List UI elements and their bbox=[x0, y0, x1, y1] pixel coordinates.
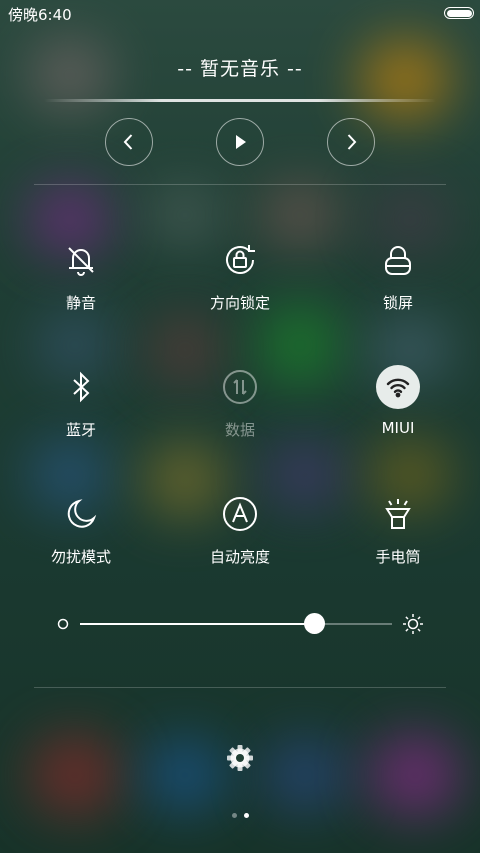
next-track-button[interactable] bbox=[327, 118, 375, 166]
mobile-data-icon bbox=[218, 365, 262, 409]
toggle-bluetooth[interactable]: 蓝牙 bbox=[21, 365, 141, 440]
brightness-slider[interactable] bbox=[56, 610, 428, 640]
status-time: 傍晚6:40 bbox=[8, 6, 72, 24]
page-dot[interactable] bbox=[243, 813, 249, 818]
chevron-left-icon bbox=[123, 134, 133, 150]
play-icon bbox=[236, 135, 246, 149]
toggle-wifi[interactable]: MIUI bbox=[338, 365, 458, 437]
battery-icon bbox=[444, 7, 474, 19]
bottom-divider bbox=[34, 687, 446, 688]
toggle-label: 数据 bbox=[224, 421, 255, 439]
toggle-label: 蓝牙 bbox=[65, 421, 96, 439]
toggle-label: MIUI bbox=[381, 419, 415, 437]
toggle-flashlight[interactable]: 手电筒 bbox=[338, 492, 458, 567]
toggle-label: 方向锁定 bbox=[209, 294, 270, 312]
bluetooth-icon bbox=[59, 365, 103, 409]
music-title: -- 暂无音乐 -- bbox=[177, 58, 303, 80]
music-progress-divider bbox=[44, 99, 436, 102]
toggle-auto-brightness[interactable]: 自动亮度 bbox=[180, 492, 300, 567]
settings-button[interactable] bbox=[222, 740, 258, 776]
status-bar: 傍晚6:40 bbox=[0, 0, 480, 28]
flashlight-icon bbox=[376, 492, 420, 536]
auto-brightness-icon bbox=[218, 492, 262, 536]
gear-icon bbox=[227, 745, 253, 771]
page-dot[interactable] bbox=[231, 813, 237, 818]
toggle-do-not-disturb[interactable]: 勿扰模式 bbox=[21, 492, 141, 567]
wifi-icon bbox=[376, 365, 420, 409]
brightness-high-icon bbox=[403, 614, 423, 634]
brightness-fill bbox=[80, 623, 314, 625]
toggle-label: 手电筒 bbox=[375, 548, 421, 566]
previous-track-button[interactable] bbox=[105, 118, 153, 166]
toggle-mute[interactable]: 静音 bbox=[21, 238, 141, 313]
play-button[interactable] bbox=[216, 118, 264, 166]
brightness-track[interactable] bbox=[80, 623, 392, 625]
top-divider bbox=[34, 184, 446, 185]
toggle-label: 自动亮度 bbox=[209, 548, 270, 566]
chevron-right-icon bbox=[347, 134, 357, 150]
page-indicator bbox=[0, 813, 480, 818]
toggle-rotation-lock[interactable]: 方向锁定 bbox=[180, 238, 300, 313]
toggle-lock-screen[interactable]: 锁屏 bbox=[338, 238, 458, 313]
toggle-mobile-data[interactable]: 数据 bbox=[180, 365, 300, 440]
bell-off-icon bbox=[59, 238, 103, 282]
brightness-knob[interactable] bbox=[303, 613, 325, 634]
moon-icon bbox=[59, 492, 103, 536]
toggle-label: 勿扰模式 bbox=[50, 548, 111, 566]
brightness-low-icon bbox=[57, 618, 69, 630]
lock-icon bbox=[376, 238, 420, 282]
toggle-label: 锁屏 bbox=[382, 294, 413, 312]
toggle-label: 静音 bbox=[65, 294, 96, 312]
rotation-lock-icon bbox=[218, 238, 262, 282]
